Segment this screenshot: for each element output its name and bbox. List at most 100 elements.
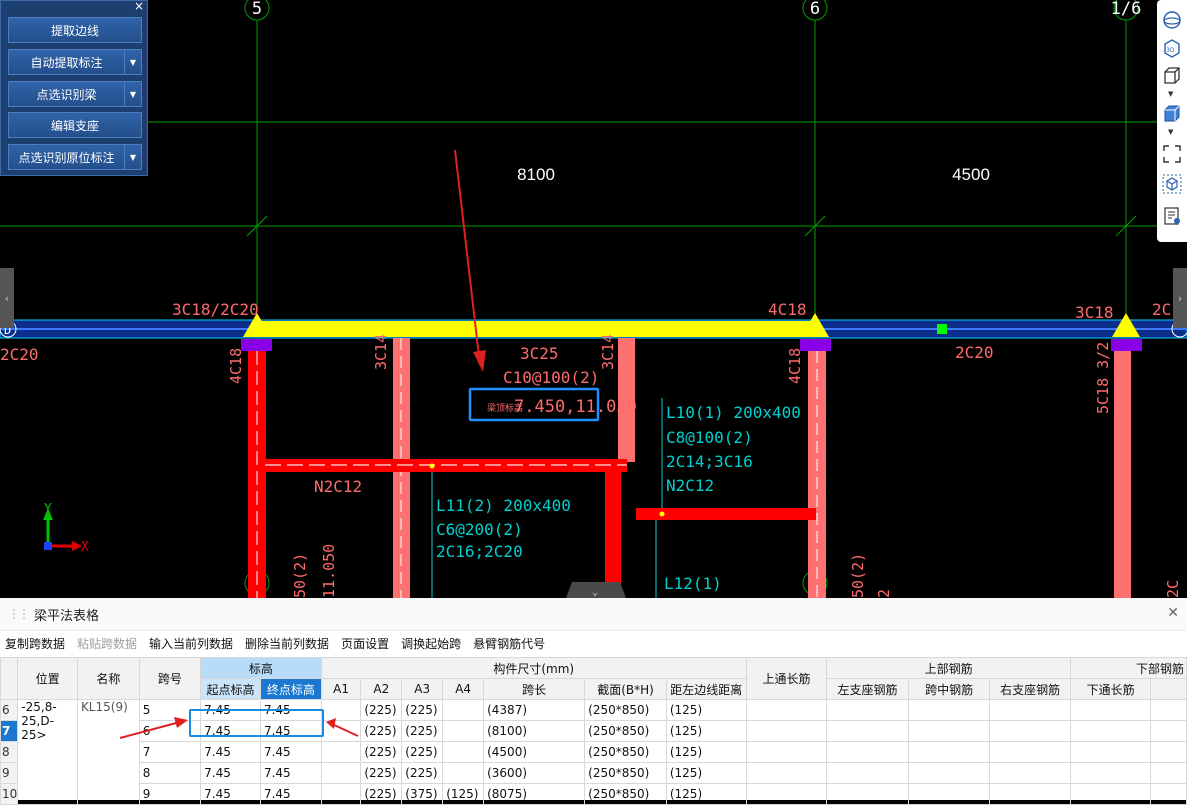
solid-box-icon[interactable] — [1162, 104, 1182, 124]
3d-view-icon[interactable]: 3D — [1162, 38, 1182, 58]
span-length-cell[interactable]: (8100) — [483, 720, 586, 742]
data-cell[interactable] — [989, 741, 1071, 763]
a4-cell[interactable] — [442, 720, 485, 742]
row-number[interactable]: 10 — [0, 783, 19, 805]
cube-layer-icon[interactable] — [1162, 174, 1182, 194]
edit-support-button[interactable]: 编辑支座 — [8, 112, 142, 138]
data-cell[interactable] — [989, 762, 1071, 784]
auto-extract-annotation-button[interactable]: 自动提取标注 ▼ — [8, 49, 142, 75]
secondary-beam[interactable] — [605, 472, 621, 598]
a3-cell[interactable]: (225) — [401, 699, 444, 721]
data-cell[interactable] — [989, 699, 1071, 721]
data-cell[interactable] — [1069, 741, 1152, 763]
end-elev-cell[interactable]: 7.45 — [259, 762, 322, 784]
span-length-cell[interactable]: (4387) — [483, 699, 586, 721]
grip-point[interactable] — [937, 324, 947, 334]
data-cell[interactable] — [1069, 762, 1152, 784]
data-cell[interactable] — [989, 720, 1071, 742]
data-cell[interactable] — [1150, 741, 1187, 763]
data-cell[interactable] — [907, 762, 991, 784]
pick-recognize-beam-button[interactable]: 点选识别梁 ▼ — [8, 81, 142, 107]
close-icon[interactable]: ✕ — [1167, 605, 1179, 621]
data-cell[interactable] — [907, 699, 991, 721]
data-cell[interactable] — [826, 699, 909, 721]
copy-span-data-button[interactable]: 复制跨数据 — [5, 635, 65, 652]
edge-distance-cell[interactable]: (125) — [665, 699, 747, 721]
a3-cell[interactable]: (225) — [401, 720, 444, 742]
edge-distance-cell[interactable]: (125) — [665, 741, 747, 763]
span-cell[interactable]: 8 — [138, 762, 202, 784]
span-length-cell[interactable]: (8075) — [483, 783, 586, 805]
input-column-data-button[interactable]: 输入当前列数据 — [149, 635, 233, 652]
a2-cell[interactable]: (225) — [360, 783, 403, 805]
a4-cell[interactable] — [442, 741, 485, 763]
row-number[interactable]: 6 — [0, 699, 19, 721]
property-icon[interactable] — [1162, 206, 1182, 226]
end-elev-cell[interactable]: 7.45 — [259, 783, 322, 805]
box-view-icon[interactable] — [1162, 66, 1182, 86]
page-setup-button[interactable]: 页面设置 — [341, 635, 389, 652]
fit-view-icon[interactable] — [1162, 144, 1182, 164]
data-cell[interactable] — [907, 783, 991, 805]
a2-cell[interactable]: (225) — [360, 762, 403, 784]
data-cell[interactable] — [745, 699, 828, 721]
section-cell[interactable]: (250*850) — [584, 762, 667, 784]
data-cell[interactable] — [1069, 720, 1152, 742]
dropdown-arrow-icon[interactable]: ▼ — [124, 50, 141, 74]
section-cell[interactable]: (250*850) — [584, 699, 667, 721]
data-cell[interactable] — [745, 720, 828, 742]
position-cell[interactable]: -25,8-25,D-25> — [17, 699, 78, 805]
data-cell[interactable] — [826, 720, 909, 742]
table-row[interactable]: 9 8 7.45 7.45 (225) (225) (3600) (250*85… — [0, 762, 1187, 784]
swap-start-span-button[interactable]: 调换起始跨 — [401, 635, 461, 652]
selected-beam-span[interactable] — [258, 321, 814, 337]
span-cell[interactable]: 9 — [138, 783, 202, 805]
cad-drawing-canvas[interactable]: 5 6 1/6 5 6 8100 4500 D 3C18/2C20 — [0, 0, 1187, 598]
section-cell[interactable]: (250*850) — [584, 741, 667, 763]
chevron-down-icon[interactable]: ▼ — [1168, 128, 1173, 136]
data-cell[interactable] — [907, 741, 991, 763]
data-cell[interactable] — [745, 741, 828, 763]
data-cell[interactable] — [1069, 783, 1152, 805]
data-cell[interactable] — [826, 762, 909, 784]
edge-distance-cell[interactable]: (125) — [665, 762, 747, 784]
extract-edge-button[interactable]: 提取边线 — [8, 17, 142, 43]
data-cell[interactable] — [826, 741, 909, 763]
delete-column-data-button[interactable]: 删除当前列数据 — [245, 635, 329, 652]
a4-cell[interactable]: (125) — [442, 783, 485, 805]
dropdown-arrow-icon[interactable]: ▼ — [124, 145, 141, 169]
section-cell[interactable]: (250*850) — [584, 783, 667, 805]
edge-distance-cell[interactable]: (125) — [665, 783, 747, 805]
data-cell[interactable] — [745, 762, 828, 784]
data-cell[interactable] — [1150, 783, 1187, 805]
drag-handle-icon[interactable]: ⋮⋮ — [8, 607, 30, 621]
data-cell[interactable] — [745, 783, 828, 805]
cantilever-rebar-code-button[interactable]: 悬臂钢筋代号 — [473, 635, 545, 652]
data-cell[interactable] — [1150, 699, 1187, 721]
row-number[interactable]: 7 — [0, 720, 19, 742]
a3-cell[interactable]: (225) — [401, 741, 444, 763]
a1-cell[interactable] — [320, 783, 362, 805]
chevron-down-icon[interactable]: ▼ — [1168, 90, 1173, 98]
left-collapse-handle[interactable]: ‹ — [0, 268, 14, 328]
dropdown-arrow-icon[interactable]: ▼ — [124, 82, 141, 106]
close-icon[interactable]: × — [134, 0, 144, 13]
data-cell[interactable] — [989, 783, 1071, 805]
a4-cell[interactable] — [442, 762, 485, 784]
pick-recognize-inplace-annotation-button[interactable]: 点选识别原位标注 ▼ — [8, 144, 142, 170]
edge-distance-cell[interactable]: (125) — [665, 720, 747, 742]
data-cell[interactable] — [907, 720, 991, 742]
row-number[interactable]: 9 — [0, 762, 19, 784]
data-cell[interactable] — [1150, 762, 1187, 784]
a3-cell[interactable]: (225) — [401, 762, 444, 784]
start-elev-cell[interactable]: 7.45 — [200, 783, 261, 805]
data-cell[interactable] — [1150, 720, 1187, 742]
span-length-cell[interactable]: (3600) — [483, 762, 586, 784]
right-collapse-handle[interactable]: › — [1173, 268, 1187, 328]
orbit-icon[interactable] — [1162, 10, 1182, 30]
data-cell[interactable] — [1069, 699, 1152, 721]
a4-cell[interactable] — [442, 699, 485, 721]
span-length-cell[interactable]: (4500) — [483, 741, 586, 763]
paste-span-data-button[interactable]: 粘贴跨数据 — [77, 635, 137, 652]
a3-cell[interactable]: (375) — [401, 783, 444, 805]
